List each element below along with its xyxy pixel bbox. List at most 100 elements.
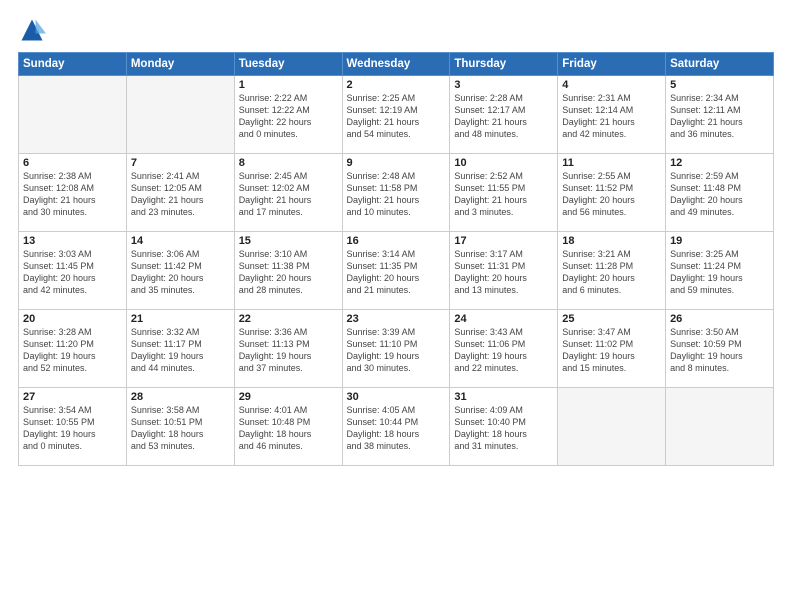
- calendar-cell: 27Sunrise: 3:54 AM Sunset: 10:55 PM Dayl…: [19, 388, 127, 466]
- calendar-cell: 14Sunrise: 3:06 AM Sunset: 11:42 PM Dayl…: [126, 232, 234, 310]
- calendar-cell: 28Sunrise: 3:58 AM Sunset: 10:51 PM Dayl…: [126, 388, 234, 466]
- day-number: 27: [23, 391, 122, 403]
- day-info: Sunrise: 3:50 AM Sunset: 10:59 PM Daylig…: [670, 326, 769, 375]
- day-number: 22: [239, 313, 338, 325]
- calendar-cell: 31Sunrise: 4:09 AM Sunset: 10:40 PM Dayl…: [450, 388, 558, 466]
- calendar-header-tuesday: Tuesday: [234, 53, 342, 76]
- calendar-header-row: SundayMondayTuesdayWednesdayThursdayFrid…: [19, 53, 774, 76]
- calendar-cell: 3Sunrise: 2:28 AM Sunset: 12:17 AM Dayli…: [450, 76, 558, 154]
- day-number: 13: [23, 235, 122, 247]
- logo-icon: [18, 16, 46, 44]
- header: [18, 16, 774, 44]
- day-info: Sunrise: 2:59 AM Sunset: 11:48 PM Daylig…: [670, 170, 769, 219]
- calendar-cell: 5Sunrise: 2:34 AM Sunset: 12:11 AM Dayli…: [666, 76, 774, 154]
- calendar-cell: 2Sunrise: 2:25 AM Sunset: 12:19 AM Dayli…: [342, 76, 450, 154]
- day-number: 20: [23, 313, 122, 325]
- calendar-cell: 19Sunrise: 3:25 AM Sunset: 11:24 PM Dayl…: [666, 232, 774, 310]
- calendar-header-sunday: Sunday: [19, 53, 127, 76]
- calendar-cell: [19, 76, 127, 154]
- day-info: Sunrise: 3:43 AM Sunset: 11:06 PM Daylig…: [454, 326, 553, 375]
- day-number: 17: [454, 235, 553, 247]
- calendar-cell: 6Sunrise: 2:38 AM Sunset: 12:08 AM Dayli…: [19, 154, 127, 232]
- day-info: Sunrise: 3:58 AM Sunset: 10:51 PM Daylig…: [131, 404, 230, 453]
- day-number: 21: [131, 313, 230, 325]
- day-number: 29: [239, 391, 338, 403]
- day-info: Sunrise: 3:03 AM Sunset: 11:45 PM Daylig…: [23, 248, 122, 297]
- day-number: 19: [670, 235, 769, 247]
- day-info: Sunrise: 2:52 AM Sunset: 11:55 PM Daylig…: [454, 170, 553, 219]
- day-number: 30: [347, 391, 446, 403]
- day-number: 3: [454, 79, 553, 91]
- day-info: Sunrise: 2:34 AM Sunset: 12:11 AM Daylig…: [670, 92, 769, 141]
- day-info: Sunrise: 3:10 AM Sunset: 11:38 PM Daylig…: [239, 248, 338, 297]
- day-info: Sunrise: 4:01 AM Sunset: 10:48 PM Daylig…: [239, 404, 338, 453]
- day-info: Sunrise: 3:32 AM Sunset: 11:17 PM Daylig…: [131, 326, 230, 375]
- calendar-cell: 23Sunrise: 3:39 AM Sunset: 11:10 PM Dayl…: [342, 310, 450, 388]
- day-info: Sunrise: 2:38 AM Sunset: 12:08 AM Daylig…: [23, 170, 122, 219]
- calendar-header-friday: Friday: [558, 53, 666, 76]
- day-number: 12: [670, 157, 769, 169]
- day-info: Sunrise: 3:28 AM Sunset: 11:20 PM Daylig…: [23, 326, 122, 375]
- calendar-week-2: 6Sunrise: 2:38 AM Sunset: 12:08 AM Dayli…: [19, 154, 774, 232]
- calendar-cell: 18Sunrise: 3:21 AM Sunset: 11:28 PM Dayl…: [558, 232, 666, 310]
- day-info: Sunrise: 2:31 AM Sunset: 12:14 AM Daylig…: [562, 92, 661, 141]
- calendar-cell: 22Sunrise: 3:36 AM Sunset: 11:13 PM Dayl…: [234, 310, 342, 388]
- day-info: Sunrise: 3:25 AM Sunset: 11:24 PM Daylig…: [670, 248, 769, 297]
- calendar-header-monday: Monday: [126, 53, 234, 76]
- calendar-cell: 9Sunrise: 2:48 AM Sunset: 11:58 PM Dayli…: [342, 154, 450, 232]
- day-number: 23: [347, 313, 446, 325]
- day-info: Sunrise: 2:41 AM Sunset: 12:05 AM Daylig…: [131, 170, 230, 219]
- calendar-cell: 12Sunrise: 2:59 AM Sunset: 11:48 PM Dayl…: [666, 154, 774, 232]
- calendar-cell: 10Sunrise: 2:52 AM Sunset: 11:55 PM Dayl…: [450, 154, 558, 232]
- calendar-header-thursday: Thursday: [450, 53, 558, 76]
- calendar-cell: 26Sunrise: 3:50 AM Sunset: 10:59 PM Dayl…: [666, 310, 774, 388]
- calendar-cell: 17Sunrise: 3:17 AM Sunset: 11:31 PM Dayl…: [450, 232, 558, 310]
- day-info: Sunrise: 2:55 AM Sunset: 11:52 PM Daylig…: [562, 170, 661, 219]
- calendar-header-saturday: Saturday: [666, 53, 774, 76]
- calendar-week-1: 1Sunrise: 2:22 AM Sunset: 12:22 AM Dayli…: [19, 76, 774, 154]
- day-info: Sunrise: 3:14 AM Sunset: 11:35 PM Daylig…: [347, 248, 446, 297]
- calendar-cell: 25Sunrise: 3:47 AM Sunset: 11:02 PM Dayl…: [558, 310, 666, 388]
- calendar-cell: [126, 76, 234, 154]
- page: SundayMondayTuesdayWednesdayThursdayFrid…: [0, 0, 792, 612]
- day-number: 15: [239, 235, 338, 247]
- calendar-cell: 8Sunrise: 2:45 AM Sunset: 12:02 AM Dayli…: [234, 154, 342, 232]
- day-number: 8: [239, 157, 338, 169]
- day-info: Sunrise: 3:54 AM Sunset: 10:55 PM Daylig…: [23, 404, 122, 453]
- day-number: 7: [131, 157, 230, 169]
- day-number: 6: [23, 157, 122, 169]
- day-number: 4: [562, 79, 661, 91]
- day-info: Sunrise: 3:36 AM Sunset: 11:13 PM Daylig…: [239, 326, 338, 375]
- calendar-cell: 20Sunrise: 3:28 AM Sunset: 11:20 PM Dayl…: [19, 310, 127, 388]
- calendar-cell: [666, 388, 774, 466]
- day-number: 14: [131, 235, 230, 247]
- day-number: 24: [454, 313, 553, 325]
- day-info: Sunrise: 3:06 AM Sunset: 11:42 PM Daylig…: [131, 248, 230, 297]
- day-info: Sunrise: 3:39 AM Sunset: 11:10 PM Daylig…: [347, 326, 446, 375]
- day-number: 1: [239, 79, 338, 91]
- calendar-cell: 7Sunrise: 2:41 AM Sunset: 12:05 AM Dayli…: [126, 154, 234, 232]
- calendar-cell: [558, 388, 666, 466]
- day-number: 9: [347, 157, 446, 169]
- day-number: 26: [670, 313, 769, 325]
- calendar-cell: 24Sunrise: 3:43 AM Sunset: 11:06 PM Dayl…: [450, 310, 558, 388]
- day-info: Sunrise: 3:47 AM Sunset: 11:02 PM Daylig…: [562, 326, 661, 375]
- day-number: 11: [562, 157, 661, 169]
- calendar-table: SundayMondayTuesdayWednesdayThursdayFrid…: [18, 52, 774, 466]
- day-info: Sunrise: 2:28 AM Sunset: 12:17 AM Daylig…: [454, 92, 553, 141]
- calendar-cell: 21Sunrise: 3:32 AM Sunset: 11:17 PM Dayl…: [126, 310, 234, 388]
- calendar-cell: 30Sunrise: 4:05 AM Sunset: 10:44 PM Dayl…: [342, 388, 450, 466]
- day-number: 16: [347, 235, 446, 247]
- day-info: Sunrise: 3:21 AM Sunset: 11:28 PM Daylig…: [562, 248, 661, 297]
- day-number: 28: [131, 391, 230, 403]
- day-number: 31: [454, 391, 553, 403]
- day-info: Sunrise: 2:25 AM Sunset: 12:19 AM Daylig…: [347, 92, 446, 141]
- day-info: Sunrise: 4:05 AM Sunset: 10:44 PM Daylig…: [347, 404, 446, 453]
- day-info: Sunrise: 2:45 AM Sunset: 12:02 AM Daylig…: [239, 170, 338, 219]
- calendar-cell: 15Sunrise: 3:10 AM Sunset: 11:38 PM Dayl…: [234, 232, 342, 310]
- day-number: 25: [562, 313, 661, 325]
- calendar-cell: 4Sunrise: 2:31 AM Sunset: 12:14 AM Dayli…: [558, 76, 666, 154]
- day-number: 18: [562, 235, 661, 247]
- day-number: 5: [670, 79, 769, 91]
- calendar-cell: 1Sunrise: 2:22 AM Sunset: 12:22 AM Dayli…: [234, 76, 342, 154]
